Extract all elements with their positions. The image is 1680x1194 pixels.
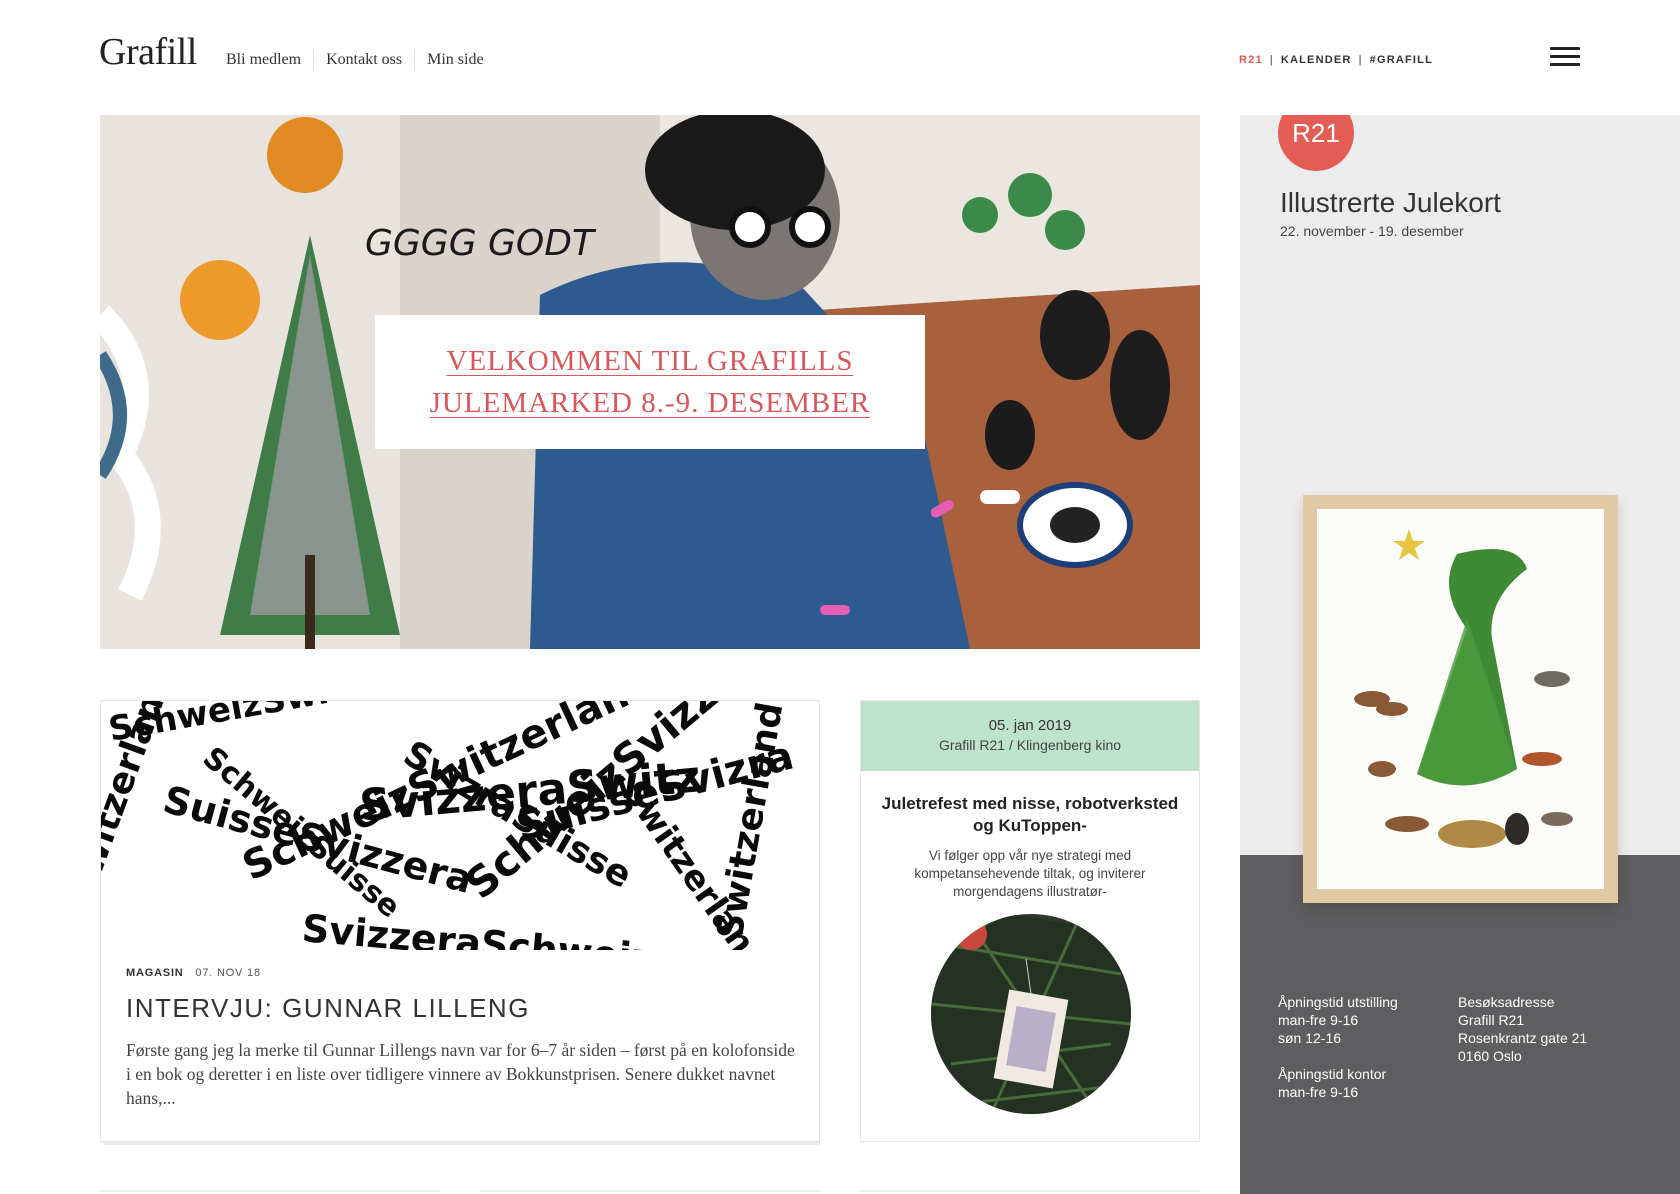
nav-item-kontakt-oss[interactable]: Kontakt oss	[313, 50, 414, 70]
exhibition-hours-weekday: man-fre 9-16	[1278, 1012, 1359, 1028]
nav-item-min-side[interactable]: Min side	[414, 50, 495, 70]
r21-badge: R21	[1278, 115, 1354, 171]
event-header: 05. jan 2019 Grafill R21 / Klingenberg k…	[861, 701, 1199, 771]
next-card-edge	[480, 1190, 820, 1192]
next-card-edge	[860, 1190, 1200, 1192]
article-title[interactable]: INTERVJU: GUNNAR LILLENG	[126, 993, 796, 1024]
christmas-tree-illustration	[1317, 509, 1604, 889]
kalender-link[interactable]: KALENDER	[1281, 54, 1352, 66]
exhibition-hours-label: Åpningstid utstilling	[1278, 994, 1398, 1010]
secondary-nav: R21 | KALENDER | #GRAFILL	[1239, 54, 1433, 66]
hamburger-menu-icon[interactable]	[1550, 47, 1580, 67]
article-body: MAGASIN 07. NOV 18 INTERVJU: GUNNAR LILL…	[126, 967, 796, 1110]
event-title[interactable]: Juletrefest med nisse, robotverksted og …	[861, 793, 1199, 837]
nav-item-bli-medlem[interactable]: Bli medlem	[224, 50, 313, 70]
separator: |	[1269, 54, 1274, 66]
address-line-3: 0160 Oslo	[1458, 1048, 1522, 1064]
article-excerpt: Første gang jeg la merke til Gunnar Lill…	[126, 1040, 795, 1108]
site-logo[interactable]: Grafill	[99, 30, 197, 74]
exhibition-title[interactable]: Illustrerte Julekort	[1280, 187, 1501, 219]
event-photo	[931, 914, 1131, 1114]
event-location: Grafill R21 / Klingenberg kino	[938, 737, 1122, 753]
event-description: Vi følger opp vår nye strategi med kompe…	[914, 848, 1146, 899]
article-meta: MAGASIN 07. NOV 18	[126, 967, 796, 979]
r21-link[interactable]: R21	[1239, 54, 1263, 66]
exhibition-hours: Åpningstid utstilling man-fre 9-16 søn 1…	[1278, 993, 1398, 1047]
framed-christmas-card	[1303, 495, 1618, 903]
event-card[interactable]: 05. jan 2019 Grafill R21 / Klingenberg k…	[860, 700, 1200, 1142]
office-hours-label: Åpningstid kontor	[1278, 1066, 1387, 1082]
article-category[interactable]: MAGASIN	[126, 967, 184, 979]
grafill-hashtag-link[interactable]: #GRAFILL	[1370, 54, 1433, 66]
site-header: Grafill Bli medlem Kontakt oss Min side …	[0, 0, 1680, 110]
r21-exhibition-panel[interactable]: R21 Illustrerte Julekort 22. november - …	[1240, 115, 1680, 1194]
exhibition-dates: 22. november - 19. desember	[1280, 223, 1464, 239]
address-line-2: Rosenkrantz gate 21	[1458, 1030, 1588, 1046]
exhibition-hours-sunday: søn 12-16	[1278, 1030, 1342, 1046]
main-nav: Bli medlem Kontakt oss Min side	[224, 50, 496, 70]
separator: |	[1358, 54, 1363, 66]
visit-address: Besøksadresse Grafill R21 Rosenkrantz ga…	[1458, 993, 1587, 1065]
hero-title-link[interactable]: VELKOMMEN TIL GRAFILLS JULEMARKED 8.-9. …	[395, 340, 905, 424]
card-shadow	[104, 1142, 820, 1145]
office-hours-weekday: man-fre 9-16	[1278, 1084, 1359, 1100]
address-label: Besøksadresse	[1458, 994, 1555, 1010]
hero-art-text: GGGG GODT	[365, 223, 597, 264]
event-date: 05. jan 2019	[988, 717, 1072, 734]
hero-title-card: VELKOMMEN TIL GRAFILLS JULEMARKED 8.-9. …	[375, 315, 925, 449]
address-line-1: Grafill R21	[1458, 1012, 1525, 1028]
next-card-edge	[100, 1190, 440, 1192]
hero-banner[interactable]: GGGG GODT VELKOMMEN TIL GRAFILLS JULEMAR…	[100, 115, 1200, 649]
office-hours: Åpningstid kontor man-fre 9-16	[1278, 1065, 1386, 1101]
article-date: 07. NOV 18	[195, 967, 261, 979]
typography-art: SchweizSwitzerland SuisseSvizzera Schwei…	[101, 701, 819, 950]
article-image: SchweizSwitzerland SuisseSvizzera Schwei…	[101, 701, 819, 950]
article-card[interactable]: SchweizSwitzerland SuisseSvizzera Schwei…	[100, 700, 820, 1142]
